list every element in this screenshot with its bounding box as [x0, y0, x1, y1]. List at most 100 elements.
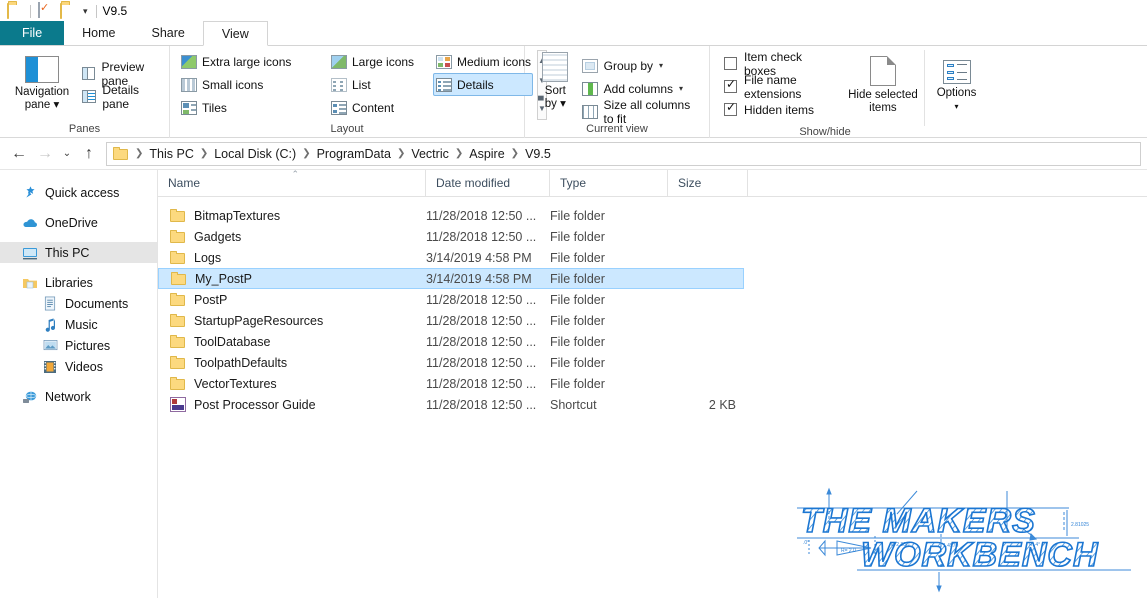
panes-group-label: Panes [68, 123, 101, 135]
file-name: Post Processor Guide [194, 397, 316, 412]
sidebar-item-network[interactable]: Network [0, 386, 157, 407]
table-row[interactable]: VectorTextures 11/28/2018 12:50 ... File… [158, 373, 1147, 394]
layout-large-icons[interactable]: Large icons [328, 50, 433, 73]
file-type: File folder [550, 208, 605, 223]
file-explorer-window: ▾ V9.5 File Home Share View Navigation p… [0, 0, 1147, 598]
ribbon-tab-bar: File Home Share View [0, 21, 1147, 46]
sidebar-item-onedrive[interactable]: OneDrive [0, 212, 157, 233]
layout-tiles[interactable]: Tiles [178, 96, 328, 119]
breadcrumb-item-aspire[interactable]: Aspire [465, 147, 508, 161]
chevron-down-icon[interactable]: ▾ [679, 84, 683, 93]
size-all-columns-button[interactable]: Size all columns to fit [581, 97, 701, 126]
chevron-down-icon[interactable]: ▾ [955, 100, 959, 113]
file-date: 11/28/2018 12:50 ... [426, 229, 537, 244]
table-row[interactable]: ToolpathDefaults 11/28/2018 12:50 ... Fi… [158, 352, 1147, 373]
details-pane-icon [82, 90, 97, 103]
extra-large-icons-icon [181, 54, 197, 69]
tab-view[interactable]: View [202, 21, 268, 46]
breadcrumb-separator[interactable]: ❯ [453, 148, 465, 159]
breadcrumb-separator[interactable]: ❯ [509, 148, 521, 159]
breadcrumb-item-this-pc[interactable]: This PC [145, 147, 197, 161]
layout-content[interactable]: Content [328, 96, 433, 119]
sidebar-item-documents[interactable]: Documents [0, 293, 157, 314]
layout-details[interactable]: Details [433, 73, 533, 96]
file-date: 3/14/2019 4:58 PM [426, 271, 532, 286]
folder-icon [170, 314, 186, 327]
window-title: V9.5 [102, 4, 128, 18]
column-header-date-modified[interactable]: Date modified [426, 170, 550, 196]
sidebar-item-videos[interactable]: Videos [0, 356, 157, 377]
breadcrumb-item-vectric[interactable]: Vectric [407, 147, 453, 161]
layout-label: Large icons [352, 54, 415, 69]
network-icon [22, 389, 38, 405]
hide-selected-label-line1: Hide selected [848, 89, 918, 101]
sidebar-item-quick-access[interactable]: Quick access [0, 182, 157, 203]
layout-list[interactable]: List [328, 73, 433, 96]
table-row[interactable]: StartupPageResources 11/28/2018 12:50 ..… [158, 310, 1147, 331]
file-type: File folder [550, 250, 605, 265]
checkbox-checked-icon [724, 77, 737, 93]
column-header-size[interactable]: Size [668, 170, 748, 196]
column-header-name[interactable]: ⌃ Name [158, 169, 426, 196]
breadcrumb-item-local-disk[interactable]: Local Disk (C:) [210, 147, 300, 161]
back-button[interactable]: ← [6, 141, 32, 167]
breadcrumb[interactable]: ❯ This PC ❯ Local Disk (C:) ❯ ProgramDat… [106, 141, 1141, 166]
sidebar-item-label: This PC [45, 245, 90, 260]
folder-icon [7, 3, 23, 19]
ribbon-group-layout: Extra large icons Large icons Medium ico… [170, 46, 547, 138]
recent-locations-button[interactable]: ⌄ [58, 141, 76, 167]
layout-extra-large-icons[interactable]: Extra large icons [178, 50, 328, 73]
breadcrumb-separator[interactable]: ❯ [395, 148, 407, 159]
sidebar-item-libraries[interactable]: Libraries [0, 272, 157, 293]
table-row[interactable]: ToolDatabase 11/28/2018 12:50 ... File f… [158, 331, 1147, 352]
file-name: My_PostP [195, 271, 252, 286]
chevron-down-icon[interactable]: ▾ [83, 6, 88, 16]
table-row[interactable]: BitmapTextures 11/28/2018 12:50 ... File… [158, 205, 1147, 226]
sidebar-item-music[interactable]: Music [0, 314, 157, 335]
hide-selected-items-button[interactable]: Hide selected items [848, 56, 919, 115]
breadcrumb-separator[interactable]: ❯ [300, 148, 312, 159]
folder-icon [113, 147, 129, 160]
large-icons-icon [331, 54, 347, 69]
table-row[interactable]: Post Processor Guide 11/28/2018 12:50 ..… [158, 394, 1147, 415]
file-name: PostP [194, 292, 228, 307]
new-folder-icon[interactable] [60, 3, 76, 19]
tab-share[interactable]: Share [134, 21, 203, 45]
breadcrumb-item-v95[interactable]: V9.5 [521, 147, 555, 161]
svg-text:R .4°: R .4° [1029, 542, 1040, 548]
breadcrumb-item-programdata[interactable]: ProgramData [313, 147, 395, 161]
breadcrumb-separator[interactable]: ❯ [198, 148, 210, 159]
sidebar-item-label: Pictures [65, 338, 111, 353]
navigation-pane-button[interactable]: Navigation pane ▾ [12, 56, 72, 112]
ribbon-group-show-hide: Item check boxes File name extensions Hi… [710, 46, 990, 138]
layout-small-icons[interactable]: Small icons [178, 73, 328, 96]
forward-button[interactable]: → [32, 141, 58, 167]
size-all-columns-label: Size all columns to fit [603, 97, 691, 126]
sidebar-item-this-pc[interactable]: This PC [0, 242, 157, 263]
list-icon [331, 77, 347, 92]
table-row[interactable]: Logs 3/14/2019 4:58 PM File folder [158, 247, 1147, 268]
add-columns-icon [581, 81, 598, 96]
table-row[interactable]: PostP 11/28/2018 12:50 ... File folder [158, 289, 1147, 310]
layout-medium-icons[interactable]: Medium icons [433, 50, 533, 73]
chevron-down-icon[interactable]: ▾ [659, 61, 663, 70]
options-button[interactable]: Options ▾ [931, 60, 982, 113]
table-row[interactable]: Gadgets 11/28/2018 12:50 ... File folder [158, 226, 1147, 247]
folder-icon [171, 272, 187, 285]
properties-checkbox-icon[interactable] [38, 2, 54, 19]
file-name-extensions-checkbox[interactable]: File name extensions [724, 73, 834, 101]
up-button[interactable]: ↑ [76, 141, 102, 167]
column-header-type[interactable]: Type [550, 170, 668, 196]
tab-file[interactable]: File [0, 21, 65, 45]
table-row-selected[interactable]: My_PostP 3/14/2019 4:58 PM File folder [158, 268, 744, 289]
sort-by-button[interactable]: Sort by ▾ [537, 52, 574, 111]
file-name: Gadgets [194, 229, 242, 244]
file-type: File folder [550, 334, 605, 349]
group-by-button[interactable]: Group by ▾ [581, 54, 701, 77]
tab-home[interactable]: Home [64, 21, 133, 45]
details-pane-button[interactable]: Details pane [82, 83, 161, 111]
hidden-items-checkbox[interactable]: Hidden items [724, 98, 834, 121]
file-type: File folder [550, 292, 605, 307]
sidebar-item-pictures[interactable]: Pictures [0, 335, 157, 356]
file-size: 2 KB [708, 397, 736, 412]
